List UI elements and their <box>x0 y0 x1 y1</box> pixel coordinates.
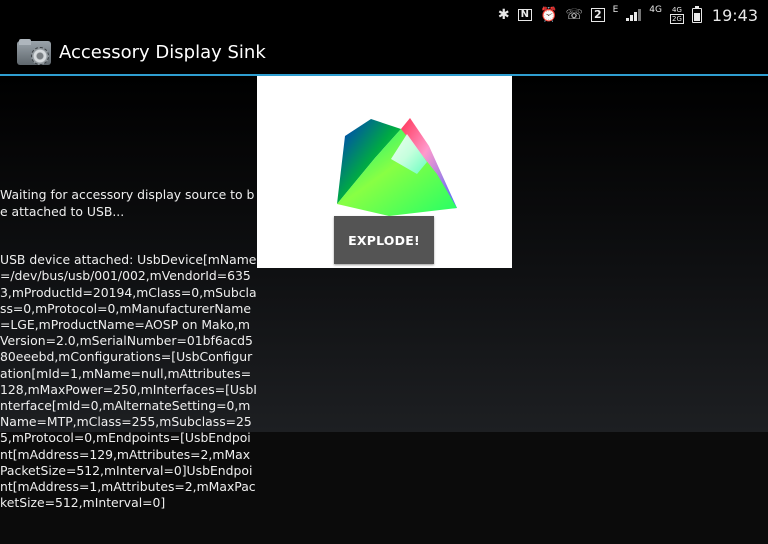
status-clock: 19:43 <box>711 5 758 25</box>
app-settings-folder-icon[interactable] <box>17 39 51 65</box>
log-text[interactable]: Waiting for accessory display source to … <box>0 155 257 544</box>
log-line-device: USB device attached: UsbDevice[mName=/de… <box>0 252 257 511</box>
bluetooth-icon: ✱ <box>497 7 510 23</box>
network-stack-bottom: 2G <box>670 14 684 24</box>
nfc-icon: N <box>517 9 532 21</box>
network-stack-icon: 4G 2G <box>670 6 684 24</box>
gear-icon <box>31 47 49 65</box>
signal-icon <box>626 9 642 21</box>
wifi-calling-icon: ☏ <box>565 7 583 23</box>
alarm-icon: ⏰ <box>540 7 558 23</box>
edge-network-icon: E <box>612 5 619 15</box>
presentation-surface[interactable]: EXPLODE! <box>257 76 512 268</box>
main-content: Waiting for accessory display source to … <box>0 76 768 510</box>
network-stack-top: 4G <box>672 6 682 14</box>
sim-2-badge: 2 <box>590 8 605 22</box>
app-title: Accessory Display Sink <box>59 41 266 63</box>
explode-button[interactable]: EXPLODE! <box>334 216 434 264</box>
status-icons: ✱ N ⏰ ☏ 2 E 4G 4G 2G 19:43 <box>498 0 758 30</box>
status-bar: ✱ N ⏰ ☏ 2 E 4G 4G 2G 19:43 <box>0 0 768 30</box>
battery-icon <box>691 5 702 23</box>
log-line-waiting: Waiting for accessory display source to … <box>0 187 255 219</box>
action-bar: Accessory Display Sink <box>0 30 768 74</box>
4g-icon: 4G <box>649 5 662 15</box>
